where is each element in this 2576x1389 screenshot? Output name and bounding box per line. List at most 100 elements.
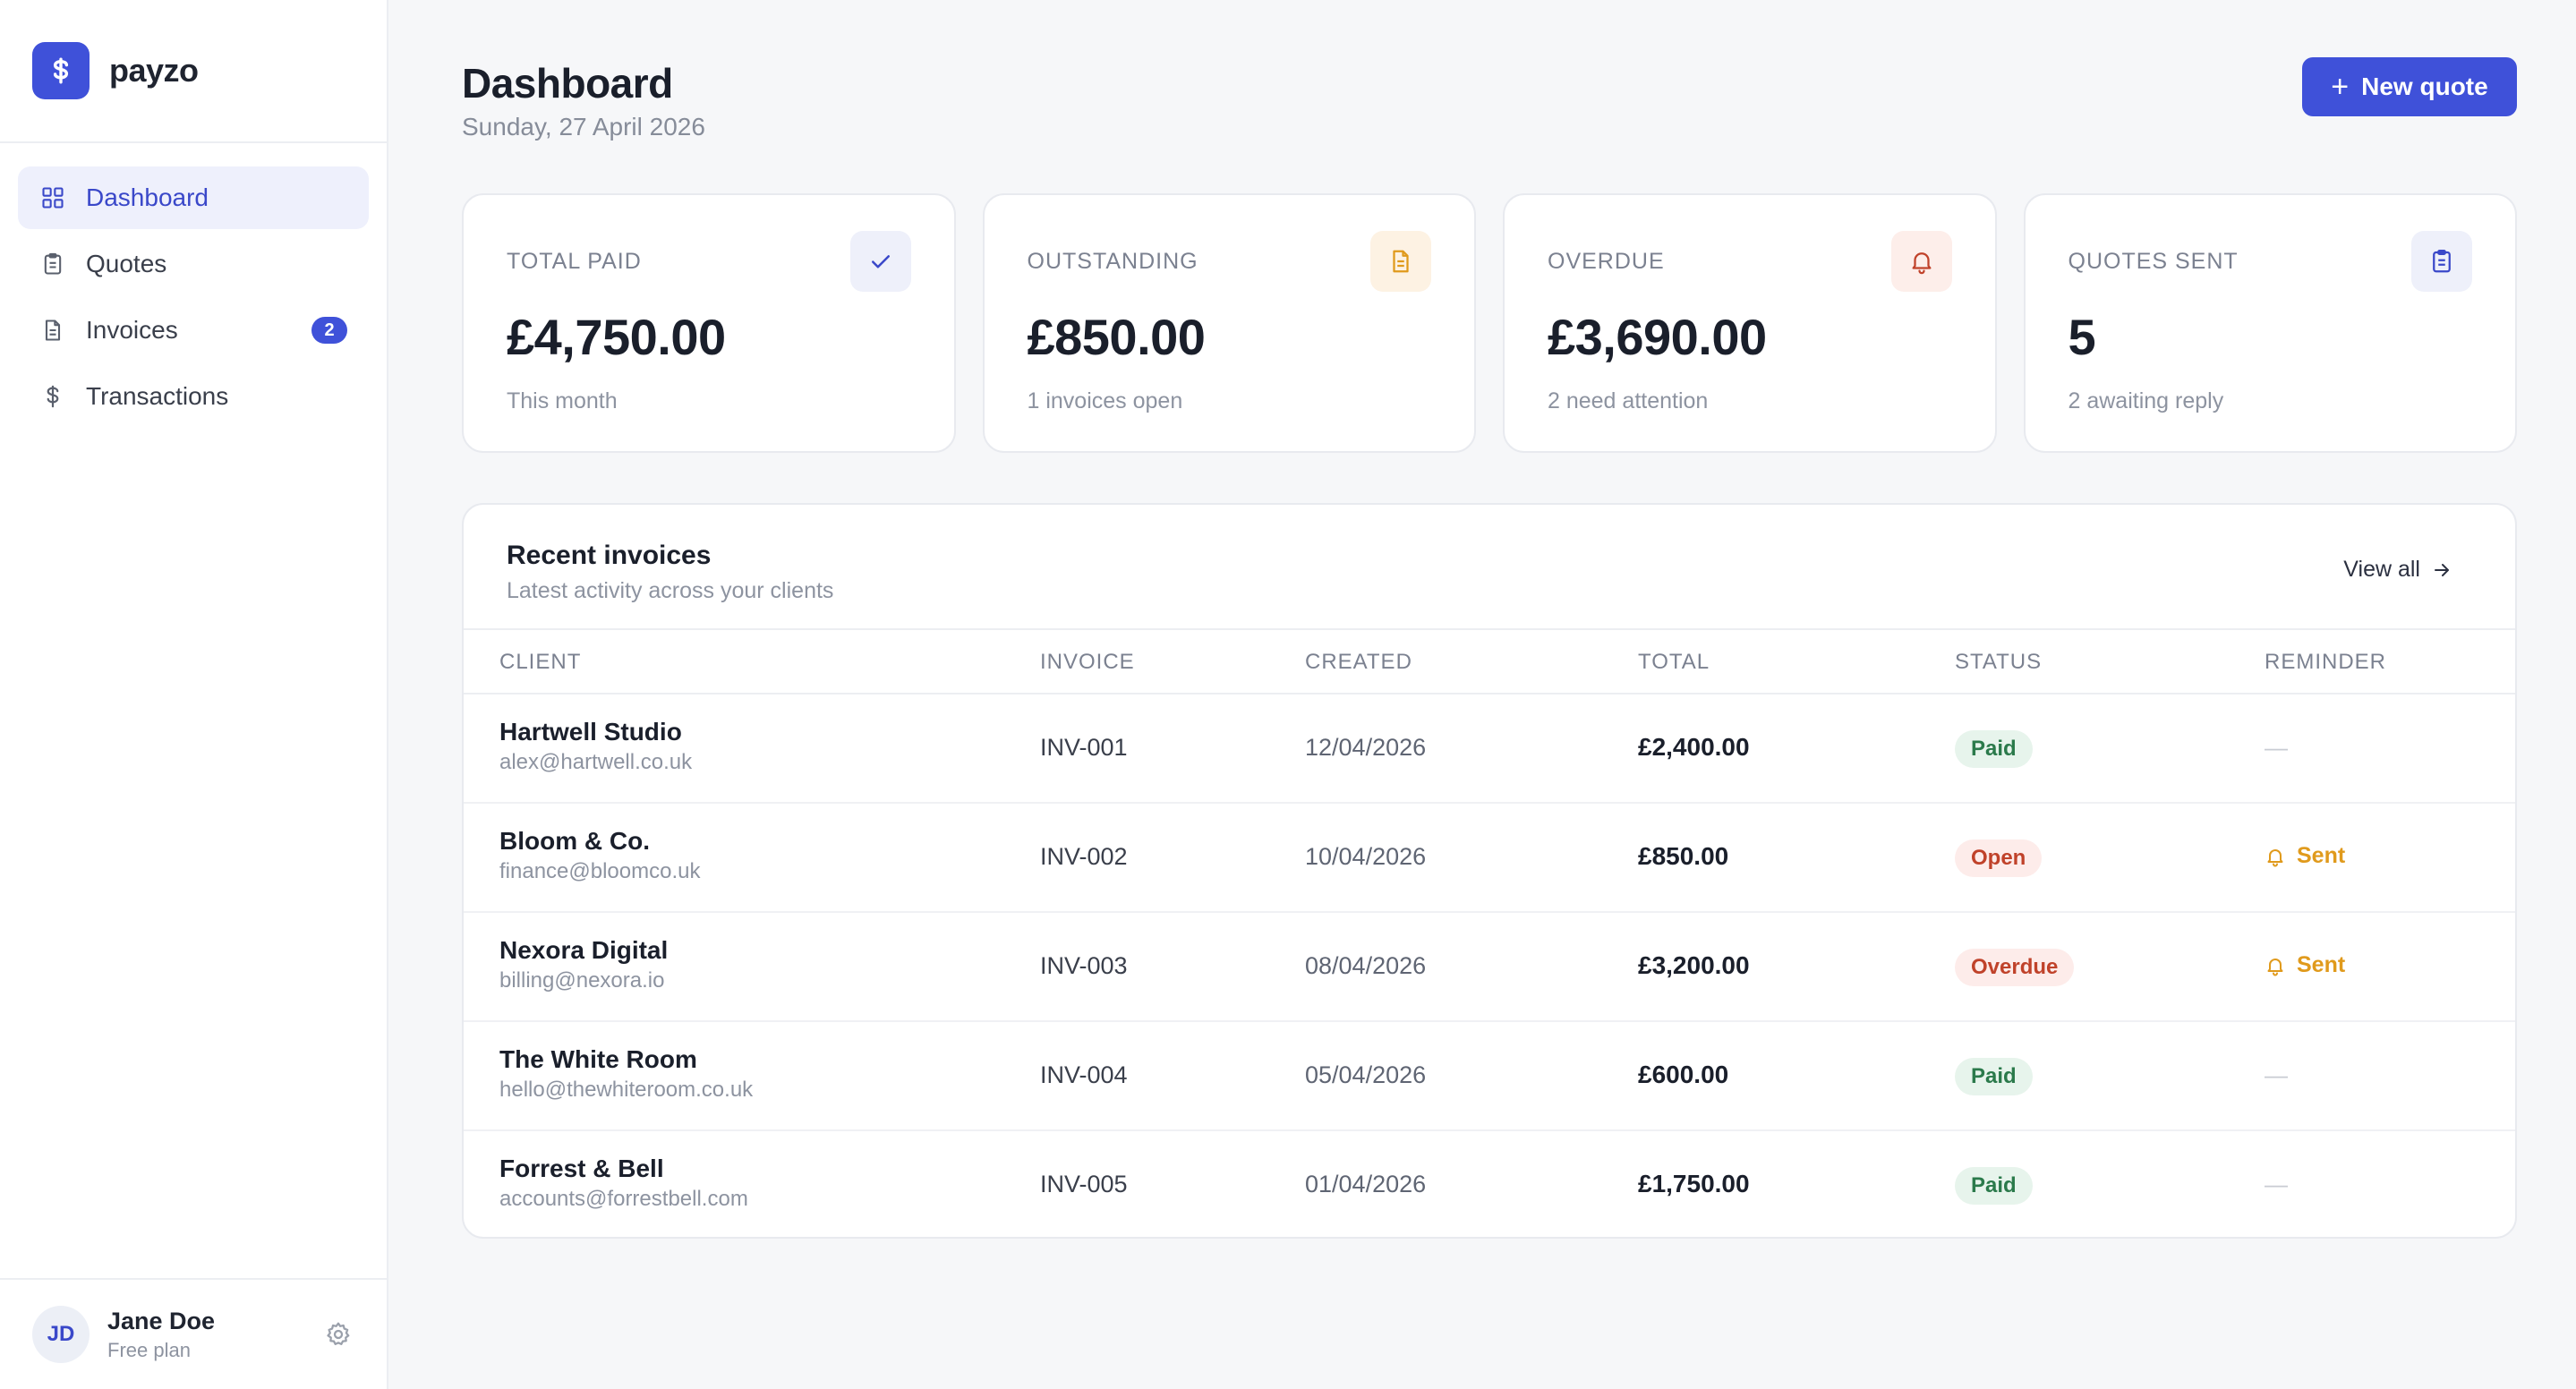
recent-invoices-card: Recent invoices Latest activity across y… — [462, 503, 2517, 1239]
client-name: The White Room — [499, 1045, 697, 1073]
clipboard-icon — [2411, 231, 2472, 292]
reminder-label: Sent — [2297, 952, 2346, 977]
invoice-total: £1,750.00 — [1638, 1170, 1750, 1197]
invoice-total: £600.00 — [1638, 1061, 1729, 1088]
reminder-label: Sent — [2297, 843, 2346, 868]
stat-subtext: 1 invoices open — [1027, 388, 1183, 413]
page-date: Sunday, 27 April 2026 — [462, 113, 705, 141]
stat-subtext: This month — [507, 388, 618, 413]
table-row[interactable]: Nexora Digital billing@nexora.io INV-003… — [464, 913, 2515, 1022]
brand-logo[interactable] — [32, 42, 90, 99]
stat-value: £850.00 — [1027, 309, 1206, 365]
user-info: Jane Doe Free plan — [107, 1308, 215, 1362]
client-cell: Forrest & Bell accounts@forrestbell.com — [499, 1155, 748, 1212]
invoice-number: INV-001 — [1040, 734, 1128, 761]
grid-icon — [39, 184, 66, 211]
recent-invoices-header: Recent invoices Latest activity across y… — [464, 505, 2515, 630]
user-plan: Free plan — [107, 1338, 191, 1361]
stat-card-quotes-sent: QUOTES SENT 5 2 awaiting reply — [2023, 193, 2517, 453]
avatar: JD — [32, 1306, 90, 1363]
user-profile[interactable]: JD Jane Doe Free plan — [0, 1278, 387, 1389]
bell-icon — [2267, 848, 2283, 866]
client-name: Bloom & Co. — [499, 827, 650, 855]
reminder-sent: Sent — [2265, 843, 2345, 869]
client-cell: Hartwell Studio alex@hartwell.co.uk — [499, 718, 692, 775]
client-name: Hartwell Studio — [499, 718, 682, 746]
table-row[interactable]: Bloom & Co. finance@bloomco.uk INV-002 1… — [464, 804, 2515, 913]
table-row[interactable]: Hartwell Studio alex@hartwell.co.uk INV-… — [464, 694, 2515, 804]
recent-invoices-title: Recent invoices — [507, 541, 712, 570]
stat-label: QUOTES SENT — [2068, 249, 2239, 274]
column-header-status[interactable]: STATUS — [1955, 650, 2042, 675]
table-row[interactable]: The White Room hello@thewhiteroom.co.uk … — [464, 1022, 2515, 1131]
column-header-client[interactable]: CLIENT — [499, 650, 581, 675]
table-body: Hartwell Studio alex@hartwell.co.uk INV-… — [464, 694, 2515, 1237]
stats-row: TOTAL PAID £4,750.00 This month OUTSTAND… — [462, 193, 2517, 453]
table-row[interactable]: Forrest & Bell accounts@forrestbell.com … — [464, 1131, 2515, 1237]
column-header-reminder[interactable]: REMINDER — [2265, 650, 2386, 675]
column-header-total[interactable]: TOTAL — [1638, 650, 1710, 675]
bell-icon — [2267, 958, 2283, 976]
stat-label: OVERDUE — [1548, 249, 1665, 274]
stat-card-outstanding: OUTSTANDING £850.00 1 invoices open — [982, 193, 1476, 453]
status-badge: Paid — [1955, 730, 2033, 768]
status-badge: Open — [1955, 839, 2043, 877]
arrow-right-icon — [2435, 563, 2449, 576]
status-badge: Paid — [1955, 1167, 2033, 1205]
page-title: Dashboard — [462, 60, 673, 107]
recent-invoices-subtitle: Latest activity across your clients — [507, 578, 834, 603]
clipboard-icon — [39, 251, 66, 277]
stat-label: TOTAL PAID — [507, 249, 642, 274]
table-header: CLIENT INVOICE CREATED TOTAL STATUS REMI… — [464, 630, 2515, 694]
created-date: 08/04/2026 — [1305, 952, 1427, 979]
brand-name: payzo — [109, 52, 199, 89]
document-icon — [1370, 231, 1431, 292]
sidebar: payzo Dashboard Quotes Invoices 2 Transa… — [0, 0, 388, 1389]
sidebar-item-label: Invoices — [86, 316, 178, 344]
gear-icon[interactable] — [324, 1320, 353, 1349]
status-cell: Open — [1955, 839, 2043, 877]
sidebar-item-transactions[interactable]: Transactions — [18, 365, 369, 428]
invoice-total: £850.00 — [1638, 842, 1729, 870]
reminder-cell: — — [2265, 1171, 2288, 1198]
stat-label: OUTSTANDING — [1027, 249, 1198, 274]
reminder-empty: — — [2265, 1171, 2288, 1197]
new-quote-label: New quote — [2361, 72, 2488, 100]
brand: payzo — [0, 0, 387, 143]
invoice-number: INV-003 — [1040, 952, 1128, 979]
reminder-empty: — — [2265, 734, 2288, 761]
invoice-number: INV-004 — [1040, 1061, 1128, 1088]
plus-icon: + — [2331, 70, 2350, 104]
client-email: accounts@forrestbell.com — [499, 1187, 748, 1211]
new-quote-button[interactable]: + New quote — [2302, 57, 2517, 116]
client-name: Nexora Digital — [499, 936, 669, 964]
status-badge: Overdue — [1955, 949, 2075, 986]
stat-subtext: 2 awaiting reply — [2068, 388, 2224, 413]
bell-icon — [1890, 231, 1952, 292]
client-cell: The White Room hello@thewhiteroom.co.uk — [499, 1045, 753, 1103]
sidebar-item-label: Quotes — [86, 250, 167, 277]
status-cell: Paid — [1955, 730, 2033, 768]
client-email: finance@bloomco.uk — [499, 859, 701, 883]
reminder-empty: — — [2265, 1061, 2288, 1088]
sidebar-item-dashboard[interactable]: Dashboard — [18, 166, 369, 229]
client-name: Forrest & Bell — [499, 1155, 664, 1182]
invoices-count-badge: 2 — [311, 317, 347, 344]
sidebar-item-quotes[interactable]: Quotes — [18, 233, 369, 295]
invoice-number: INV-002 — [1040, 843, 1128, 870]
document-icon — [39, 317, 66, 344]
status-cell: Overdue — [1955, 949, 2075, 986]
stat-subtext: 2 need attention — [1548, 388, 1709, 413]
client-email: alex@hartwell.co.uk — [499, 750, 693, 774]
client-email: billing@nexora.io — [499, 968, 665, 993]
created-date: 10/04/2026 — [1305, 843, 1427, 870]
stat-value: £4,750.00 — [507, 309, 726, 365]
created-date: 01/04/2026 — [1305, 1171, 1427, 1197]
dollar-icon — [53, 57, 69, 84]
view-all-link[interactable]: View all — [2343, 557, 2452, 583]
column-header-created[interactable]: CREATED — [1305, 650, 1412, 675]
status-badge: Paid — [1955, 1058, 2033, 1095]
sidebar-item-invoices[interactable]: Invoices 2 — [18, 299, 369, 362]
column-header-invoice[interactable]: INVOICE — [1040, 650, 1135, 675]
stat-value: £3,690.00 — [1548, 309, 1767, 365]
